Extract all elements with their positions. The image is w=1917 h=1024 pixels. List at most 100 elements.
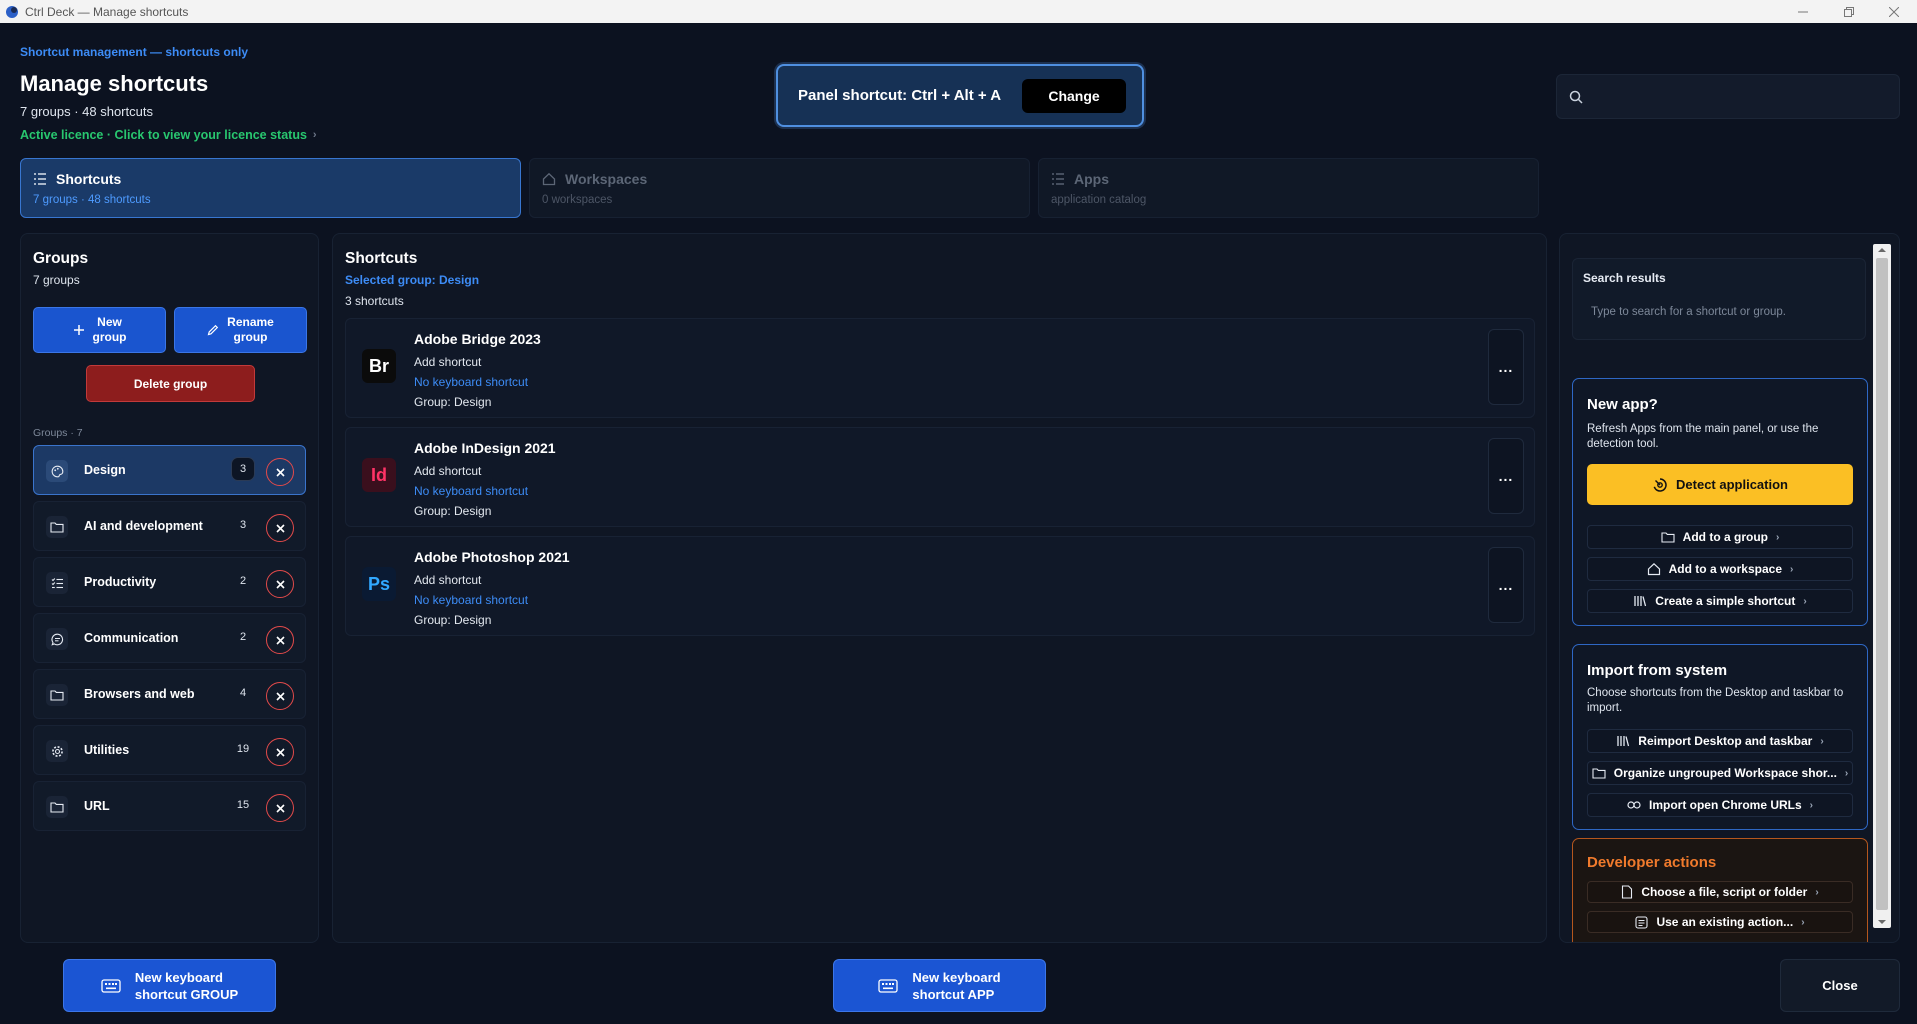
scroll-down-icon[interactable] [1873,916,1891,928]
right-panel-scrollbar[interactable] [1873,244,1891,928]
panel-shortcut-label: Panel shortcut: Ctrl + Alt + A [798,87,1002,104]
keyboard-shortcut-link[interactable]: No keyboard shortcut [414,593,528,607]
shortcuts-count: 3 shortcuts [345,294,404,308]
label-line1: New keyboard [912,969,1001,985]
group-count-badge: 15 [236,799,250,811]
radar-icon [1653,477,1667,492]
groups-subtitle: 7 groups [33,273,80,287]
selected-group-label: Selected group: Design [345,273,480,287]
label-line2: shortcut APP [912,986,995,1002]
import-chrome-urls-button[interactable]: Import open Chrome URLs › [1587,793,1853,817]
search-input[interactable] [1591,89,1891,104]
remove-group-button[interactable] [266,626,294,654]
group-count-badge: 3 [239,519,247,531]
panel-shortcut-box: Panel shortcut: Ctrl + Alt + A Change [776,64,1144,127]
minimize-button[interactable] [1780,0,1826,23]
reimport-desktop-taskbar-button[interactable]: Reimport Desktop and taskbar › [1587,729,1853,753]
group-item-communication[interactable]: Communication 2 [33,613,306,663]
new-keyboard-shortcut-group-button[interactable]: New keyboard shortcut GROUP [63,959,276,1012]
close-icon [275,747,285,757]
licence-status-link[interactable]: Active licence · Click to view your lice… [20,128,317,142]
scrollbar-thumb[interactable] [1876,258,1888,910]
more-options-button[interactable]: ... [1488,329,1524,405]
tab-shortcuts[interactable]: Shortcuts 7 groups · 48 shortcuts [20,158,521,218]
list-icon [34,173,46,185]
groups-title: Groups [33,250,89,267]
adobe-bridge-icon: Br [362,349,396,383]
group-name: AI and development [84,519,203,533]
organize-ungrouped-button[interactable]: Organize ungrouped Workspace shor... › [1587,761,1853,785]
use-existing-action-button[interactable]: Use an existing action... › [1587,911,1853,933]
window-title: Ctrl Deck — Manage shortcuts [25,4,189,19]
header-counts: 7 groups · 48 shortcuts [20,104,153,119]
adobe-photoshop-icon: Ps [362,567,396,601]
more-options-button[interactable]: ... [1488,438,1524,514]
tab-workspaces[interactable]: Workspaces 0 workspaces [529,158,1030,218]
search-results-hint: Type to search for a shortcut or group. [1591,306,1786,318]
remove-group-button[interactable] [266,570,294,598]
choose-file-script-folder-button[interactable]: Choose a file, script or folder › [1587,881,1853,903]
home-icon [542,172,556,186]
new-keyboard-shortcut-app-button[interactable]: New keyboard shortcut APP [833,959,1046,1012]
shortcut-card-adobe-photoshop[interactable]: Ps Adobe Photoshop 2021 Add shortcut No … [345,536,1535,636]
action-label: Reimport Desktop and taskbar [1638,734,1813,748]
new-group-label-line2: group [92,330,127,344]
group-item-browsers-and-web[interactable]: Browsers and web 4 [33,669,306,719]
keyboard-shortcut-link[interactable]: No keyboard shortcut [414,484,528,498]
folder-icon [1661,532,1675,543]
link-icon [1627,801,1641,809]
adobe-indesign-icon: Id [362,458,396,492]
remove-group-button[interactable] [266,514,294,542]
group-item-ai-and-development[interactable]: AI and development 3 [33,501,306,551]
create-simple-shortcut-button[interactable]: Create a simple shortcut › [1587,589,1853,613]
close-icon [275,803,285,813]
shortcut-name: Adobe Photoshop 2021 [414,549,570,565]
restore-icon [1844,6,1854,17]
chevron-right-icon: › [1801,916,1805,928]
more-options-button[interactable]: ... [1488,547,1524,623]
window-close-button[interactable] [1871,0,1917,23]
group-item-design[interactable]: Design 3 [33,445,306,495]
group-count-badge: 19 [236,743,250,755]
groups-list-label: Groups · 7 [33,427,83,439]
library-icon [1634,596,1647,607]
detect-application-button[interactable]: Detect application [1587,464,1853,505]
new-group-button[interactable]: New group [33,307,166,353]
rename-group-button[interactable]: Rename group [174,307,307,353]
remove-group-button[interactable] [266,738,294,766]
folder-icon [46,796,68,818]
keyboard-shortcut-link[interactable]: No keyboard shortcut [414,375,528,389]
shortcuts-title: Shortcuts [345,250,418,267]
group-item-url[interactable]: URL 15 [33,781,306,831]
group-item-utilities[interactable]: Utilities 19 [33,725,306,775]
remove-group-button[interactable] [266,794,294,822]
action-label: Use an existing action... [1656,915,1794,929]
checklist-icon [46,572,68,594]
close-button[interactable]: Close [1780,959,1900,1012]
search-results-card: Search results Type to search for a shor… [1572,258,1866,340]
shortcut-action: Add shortcut [414,464,482,478]
maximize-button[interactable] [1826,0,1872,23]
developer-title: Developer actions [1587,854,1717,871]
rename-group-label-line2: group [233,330,268,344]
shortcut-name: Adobe Bridge 2023 [414,331,541,347]
add-to-workspace-button[interactable]: Add to a workspace › [1587,557,1853,581]
folder-icon [46,684,68,706]
group-name: URL [84,799,110,813]
palette-icon [46,460,68,482]
tab-apps[interactable]: Apps application catalog [1038,158,1539,218]
scroll-up-icon[interactable] [1873,244,1891,256]
add-to-group-button[interactable]: Add to a group › [1587,525,1853,549]
close-icon [275,691,285,701]
new-group-shortcut-label: New keyboard shortcut GROUP [135,969,238,1003]
change-shortcut-button[interactable]: Change [1022,79,1126,113]
group-item-productivity[interactable]: Productivity 2 [33,557,306,607]
remove-group-button[interactable] [266,458,294,486]
page-title: Manage shortcuts [20,71,209,96]
app-logo-icon [6,5,18,18]
shortcut-card-adobe-indesign[interactable]: Id Adobe InDesign 2021 Add shortcut No k… [345,427,1535,527]
new-group-label-line1: New [97,315,122,329]
shortcut-card-adobe-bridge[interactable]: Br Adobe Bridge 2023 Add shortcut No key… [345,318,1535,418]
remove-group-button[interactable] [266,682,294,710]
delete-group-button[interactable]: Delete group [86,365,255,402]
